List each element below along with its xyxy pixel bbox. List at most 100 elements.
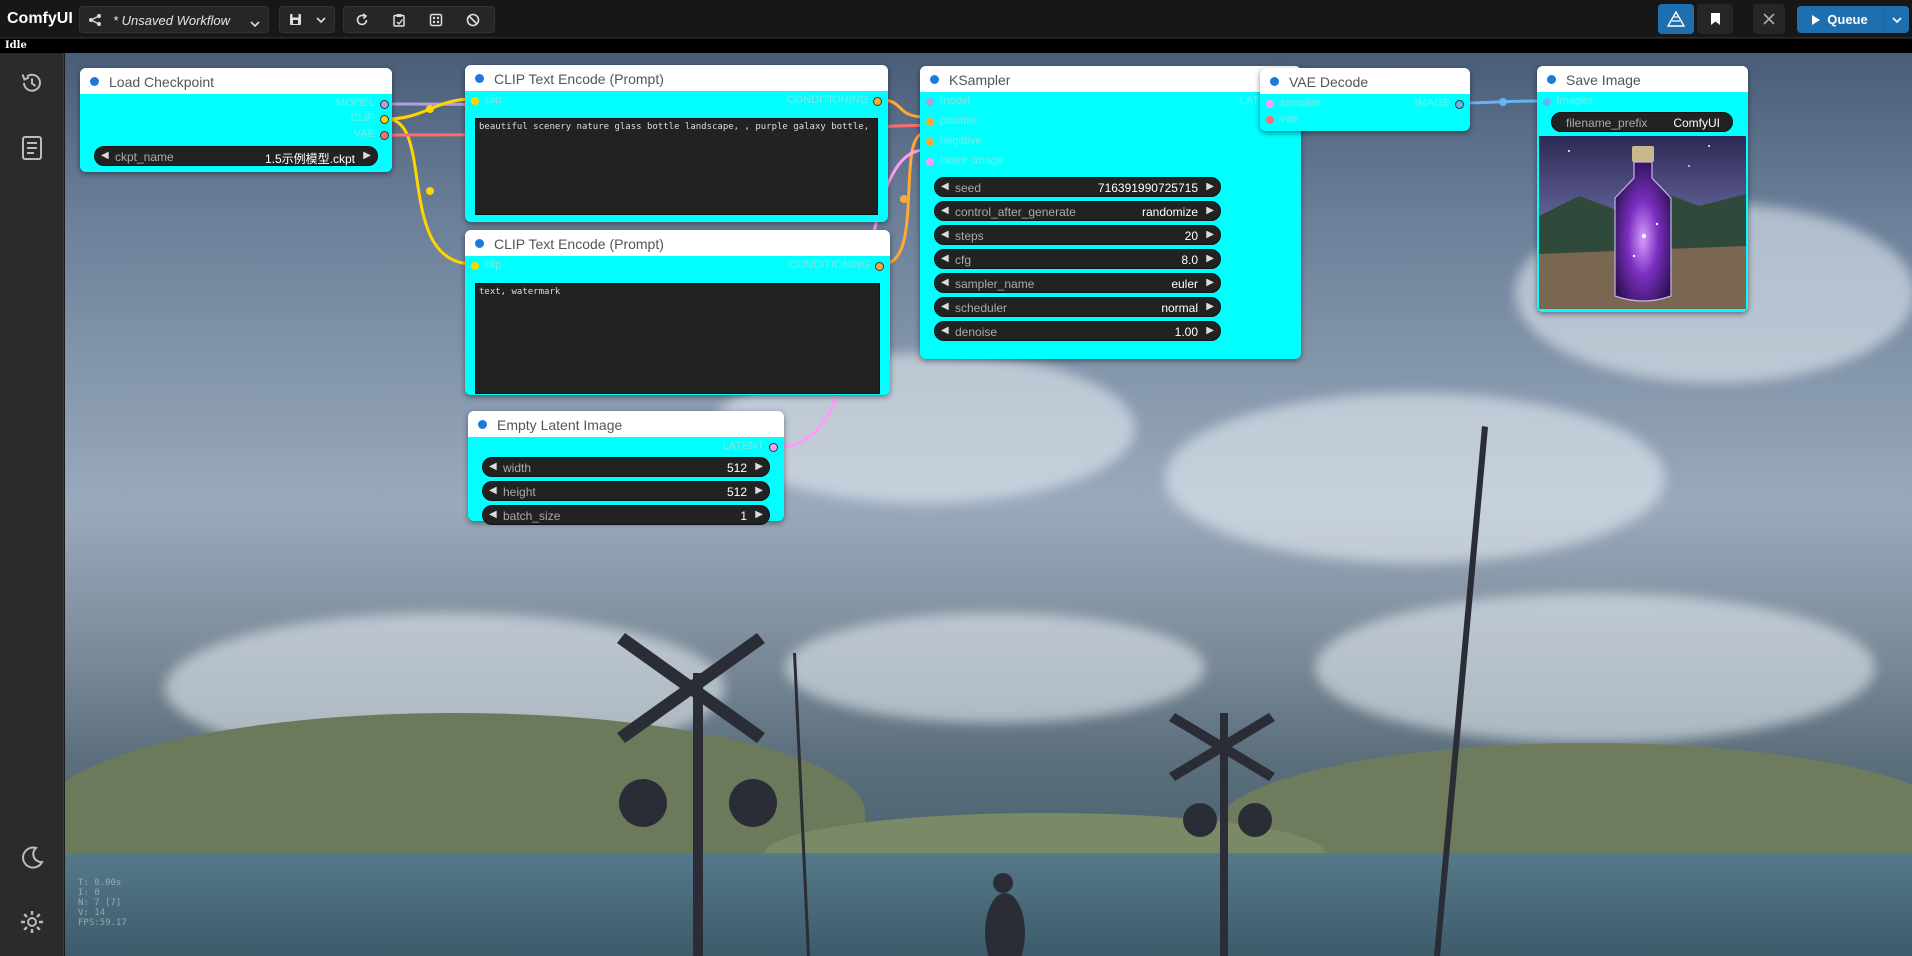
increment-arrow-icon[interactable]: ▶ [1206, 253, 1214, 264]
decrement-arrow-icon[interactable]: ◀ [941, 181, 949, 192]
save-options-button[interactable] [306, 7, 336, 32]
output-slot-model[interactable]: MODEL [269, 97, 389, 111]
output-socket[interactable] [873, 97, 882, 106]
widget-denoise[interactable]: ◀ denoise 1.00 ▶ [934, 321, 1221, 341]
collapse-dot-icon[interactable] [475, 239, 484, 248]
node-load-checkpoint[interactable]: Load Checkpoint MODEL CLIP VAE ◀ ckpt_na… [80, 68, 392, 172]
workflow-tab[interactable]: * Unsaved Workflow [79, 6, 269, 33]
history-icon[interactable] [18, 69, 46, 97]
increment-arrow-icon[interactable]: ▶ [1206, 325, 1214, 336]
input-socket[interactable] [926, 98, 934, 106]
output-socket[interactable] [769, 443, 778, 452]
input-socket[interactable] [1266, 100, 1274, 108]
input-slot-samples[interactable]: samples [1266, 97, 1356, 111]
widget-scheduler[interactable]: ◀ scheduler normal ▶ [934, 297, 1221, 317]
manager-button[interactable] [1658, 4, 1694, 34]
input-socket[interactable] [926, 118, 934, 126]
output-socket[interactable] [380, 131, 389, 140]
decrement-arrow-icon[interactable]: ◀ [489, 461, 497, 472]
increment-arrow-icon[interactable]: ▶ [1206, 181, 1214, 192]
collapse-dot-icon[interactable] [475, 74, 484, 83]
decrement-arrow-icon[interactable]: ◀ [941, 325, 949, 336]
input-socket[interactable] [926, 138, 934, 146]
decrement-arrow-icon[interactable]: ◀ [941, 205, 949, 216]
collapse-dot-icon[interactable] [1270, 77, 1279, 86]
decrement-arrow-icon[interactable]: ◀ [941, 253, 949, 264]
node-clip-text-encode-positive[interactable]: CLIP Text Encode (Prompt) clip CONDITION… [465, 65, 888, 222]
queue-button[interactable]: Queue [1797, 6, 1882, 33]
prompt-textarea[interactable]: beautiful scenery nature glass bottle la… [475, 118, 878, 215]
input-slot-clip[interactable]: clip [471, 259, 531, 273]
bookmark-button[interactable] [1697, 4, 1733, 34]
output-socket[interactable] [380, 100, 389, 109]
output-slot-image[interactable]: IMAGE [1374, 97, 1464, 111]
node-header[interactable]: CLIP Text Encode (Prompt) [465, 65, 888, 91]
node-header[interactable]: Load Checkpoint [80, 68, 392, 94]
collapse-dot-icon[interactable] [90, 77, 99, 86]
input-slot-latent-image[interactable]: latent_image [926, 155, 1046, 169]
output-slot-vae[interactable]: VAE [269, 128, 389, 142]
node-header[interactable]: Save Image [1537, 66, 1748, 92]
node-header[interactable]: CLIP Text Encode (Prompt) [465, 230, 890, 256]
input-socket[interactable] [1543, 98, 1551, 106]
output-slot-conditioning[interactable]: CONDITIONING [742, 94, 882, 108]
increment-arrow-icon[interactable]: ▶ [755, 461, 763, 472]
node-empty-latent-image[interactable]: Empty Latent Image LATENT ◀ width 512 ▶ … [468, 411, 784, 525]
widget-ckpt-name[interactable]: ◀ ckpt_name 1.5示例模型.ckpt ▶ [94, 146, 378, 166]
fit-view-button[interactable] [421, 7, 451, 32]
input-socket[interactable] [471, 262, 479, 270]
node-header[interactable]: KSampler [920, 66, 1301, 92]
widget-cfg[interactable]: ◀ cfg 8.0 ▶ [934, 249, 1221, 269]
widget-height[interactable]: ◀ height 512 ▶ [482, 481, 770, 501]
graph-canvas[interactable]: Load Checkpoint MODEL CLIP VAE ◀ ckpt_na… [65, 53, 1912, 956]
output-socket[interactable] [875, 262, 884, 271]
prompt-textarea[interactable]: text, watermark [475, 283, 880, 394]
input-slot-clip[interactable]: clip [471, 94, 531, 108]
output-socket[interactable] [380, 115, 389, 124]
widget-width[interactable]: ◀ width 512 ▶ [482, 457, 770, 477]
node-header[interactable]: Empty Latent Image [468, 411, 784, 437]
input-socket[interactable] [1266, 116, 1274, 124]
theme-icon[interactable] [18, 844, 46, 872]
input-socket[interactable] [471, 97, 479, 105]
output-slot-conditioning[interactable]: CONDITIONING [744, 259, 884, 273]
output-slot-clip[interactable]: CLIP [269, 112, 389, 126]
increment-arrow-icon[interactable]: ▶ [755, 509, 763, 520]
increment-arrow-icon[interactable]: ▶ [1206, 301, 1214, 312]
increment-arrow-icon[interactable]: ▶ [363, 150, 371, 161]
widget-sampler-name[interactable]: ◀ sampler_name euler ▶ [934, 273, 1221, 293]
collapse-dot-icon[interactable] [930, 75, 939, 84]
widget-control-after-generate[interactable]: ◀ control_after_generate randomize ▶ [934, 201, 1221, 221]
decrement-arrow-icon[interactable]: ◀ [941, 277, 949, 288]
chevron-down-icon[interactable] [250, 15, 260, 33]
increment-arrow-icon[interactable]: ▶ [1206, 205, 1214, 216]
decrement-arrow-icon[interactable]: ◀ [489, 485, 497, 496]
node-header[interactable]: VAE Decode [1260, 68, 1470, 94]
increment-arrow-icon[interactable]: ▶ [755, 485, 763, 496]
widget-batch-size[interactable]: ◀ batch_size 1 ▶ [482, 505, 770, 525]
input-socket[interactable] [926, 158, 934, 166]
node-save-image[interactable]: Save Image images filename_prefix ComfyU… [1537, 66, 1748, 312]
decrement-arrow-icon[interactable]: ◀ [941, 301, 949, 312]
clipspace-button[interactable] [384, 7, 414, 32]
close-button[interactable] [1753, 4, 1785, 34]
settings-icon[interactable] [18, 908, 46, 936]
input-slot-model[interactable]: model [926, 95, 1046, 109]
widget-filename-prefix[interactable]: filename_prefix ComfyUI [1551, 112, 1733, 132]
widget-seed[interactable]: ◀ seed 716391990725715 ▶ [934, 177, 1221, 197]
queue-options-button[interactable] [1883, 6, 1909, 33]
library-icon[interactable] [18, 134, 46, 162]
clear-button[interactable] [458, 7, 488, 32]
output-socket[interactable] [1455, 100, 1464, 109]
input-slot-positive[interactable]: positive [926, 115, 1046, 129]
node-vae-decode[interactable]: VAE Decode samples vae IMAGE [1260, 68, 1470, 131]
increment-arrow-icon[interactable]: ▶ [1206, 229, 1214, 240]
node-ksampler[interactable]: KSampler model positive negative latent_… [920, 66, 1301, 359]
output-image-preview[interactable] [1539, 136, 1746, 309]
collapse-dot-icon[interactable] [478, 420, 487, 429]
refresh-button[interactable] [347, 7, 377, 32]
collapse-dot-icon[interactable] [1547, 75, 1556, 84]
node-clip-text-encode-negative[interactable]: CLIP Text Encode (Prompt) clip CONDITION… [465, 230, 890, 395]
increment-arrow-icon[interactable]: ▶ [1206, 277, 1214, 288]
share-icon[interactable] [88, 13, 102, 32]
